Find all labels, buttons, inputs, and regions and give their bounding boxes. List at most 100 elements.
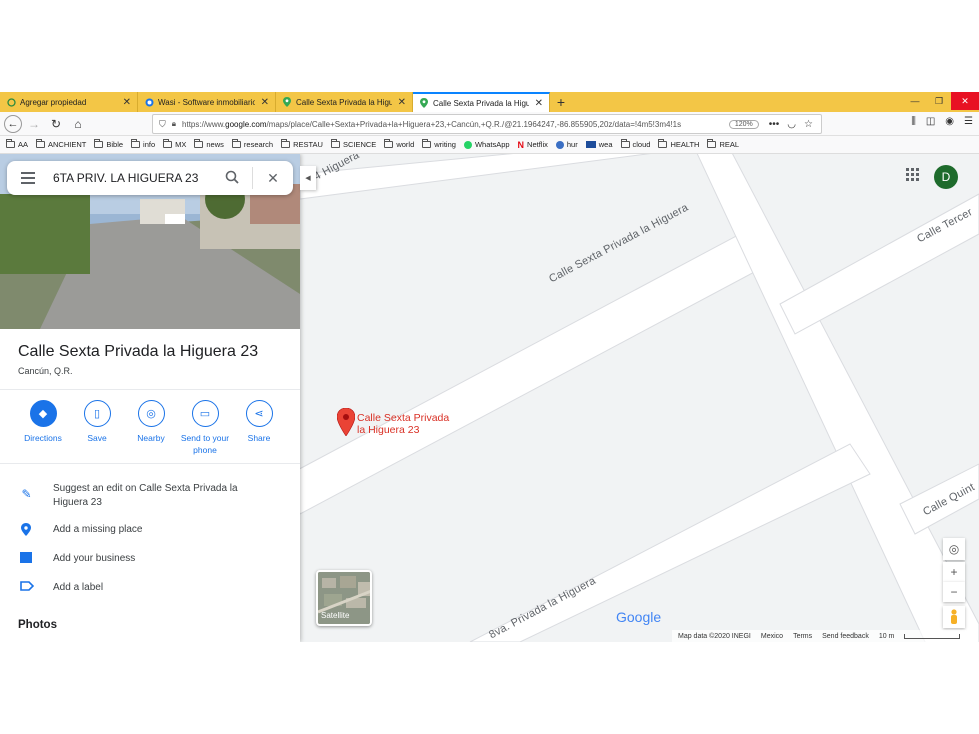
new-tab-button[interactable]: +	[550, 92, 572, 112]
directions-button[interactable]: ◆ Directions	[16, 400, 70, 456]
zoom-in-button[interactable]: +	[943, 562, 965, 582]
maps-pin-icon	[419, 98, 429, 108]
bookmark-mx[interactable]: MX	[163, 139, 186, 149]
clear-search-icon[interactable]: ✕	[253, 170, 293, 187]
divider	[0, 389, 300, 390]
search-box[interactable]: 6TA PRIV. LA HIGUERA 23 ✕	[7, 161, 293, 195]
tab-maps-active[interactable]: Calle Sexta Privada la Higuera 2 ✕	[413, 92, 550, 112]
map-data-credit[interactable]: Map data ©2020 INEGI	[678, 633, 751, 640]
pocket-icon[interactable]: ◡	[787, 119, 796, 130]
my-location-icon[interactable]: ◎	[943, 538, 965, 560]
add-missing-place-row[interactable]: Add a missing place	[0, 523, 300, 537]
collapse-panel-button[interactable]: ◀	[300, 166, 316, 190]
tab-agregar-propiedad[interactable]: Agregar propiedad ✕	[0, 92, 138, 112]
folder-icon	[658, 139, 668, 148]
menu-icon[interactable]	[21, 172, 35, 184]
nearby-button[interactable]: ◎ Nearby	[124, 400, 178, 456]
star-icon[interactable]: ☆	[804, 119, 813, 130]
scale-label[interactable]: 10 m	[879, 633, 895, 640]
bookmark-science[interactable]: SCIENCE	[330, 139, 376, 149]
account-icon[interactable]: ◉	[945, 116, 954, 127]
tab-title: Wasi - Software inmobiliario	[158, 97, 255, 107]
home-button[interactable]: ⌂	[68, 114, 88, 134]
action-label: Share	[247, 433, 271, 443]
bookmark-aa[interactable]: AA	[6, 139, 28, 149]
send-to-phone-button[interactable]: ▭ Send to your phone	[178, 400, 232, 456]
pencil-icon: ✎	[21, 487, 32, 501]
map-canvas[interactable]: 4 Higuera Calle Sexta Privada la Higuera…	[0, 154, 979, 642]
share-button[interactable]: ⋖ Share	[232, 400, 286, 456]
place-actions: ◆ Directions ▯ Save ◎ Nearby ▭ Send to y…	[0, 400, 300, 456]
satellite-toggle[interactable]: Satellite	[316, 570, 372, 626]
location-pin-icon[interactable]	[336, 407, 356, 441]
wasi-icon	[144, 97, 154, 107]
bookmark-label: info	[143, 140, 156, 149]
bookmark-cloud[interactable]: cloud	[620, 139, 650, 149]
search-input[interactable]: 6TA PRIV. LA HIGUERA 23	[53, 171, 212, 185]
send-feedback-link[interactable]: Send feedback	[822, 633, 869, 640]
bookmark-label: wea	[598, 140, 613, 149]
tab-maps-1[interactable]: Calle Sexta Privada la Higuera 2 ✕	[276, 92, 413, 112]
pin-label-line: la Higuera 23	[357, 424, 420, 436]
bookmark-info[interactable]: info	[131, 139, 156, 149]
forward-button[interactable]: →	[24, 114, 44, 134]
suggest-edit-row[interactable]: ✎ Suggest an edit on Calle Sexta Privada…	[0, 482, 300, 510]
add-place-icon	[0, 523, 53, 537]
folder-icon	[620, 139, 630, 148]
library-icon[interactable]: ⫼	[911, 116, 916, 127]
bookmark-real[interactable]: REAL	[707, 139, 739, 149]
bookmark-label: RESTAU	[293, 140, 323, 149]
bookmark-netflix[interactable]: N Netflix	[518, 140, 548, 150]
browser-window: Agregar propiedad ✕ Wasi - Software inmo…	[0, 92, 979, 642]
bookmark-label: WhatsApp	[474, 140, 510, 149]
minimize-icon[interactable]: —	[903, 92, 927, 110]
window-close-icon[interactable]: ✕	[951, 92, 979, 110]
zoom-indicator[interactable]: 120%	[728, 119, 759, 129]
menu-icon[interactable]: ☰	[964, 116, 973, 127]
url-text[interactable]: https://www.google.com/maps/place/Calle+…	[182, 120, 729, 129]
nearby-icon: ◎	[137, 400, 165, 427]
satellite-label: Satellite	[321, 611, 350, 620]
bookmark-research[interactable]: research	[231, 139, 273, 149]
sidebar-icon[interactable]: ◫	[926, 116, 935, 127]
close-tab-icon[interactable]: ✕	[398, 97, 406, 108]
lock-icon[interactable]: 🔒︎	[172, 119, 176, 129]
restore-icon[interactable]: ❐	[927, 92, 951, 110]
save-button[interactable]: ▯ Save	[70, 400, 124, 456]
bookmark-anchient[interactable]: ANCHIENT	[36, 139, 87, 149]
pegman-icon[interactable]	[943, 606, 965, 628]
close-tab-icon[interactable]: ✕	[123, 97, 131, 108]
address-bar[interactable]: ⛉ 🔒︎ https://www.google.com/maps/place/C…	[152, 114, 822, 134]
terms-link[interactable]: Terms	[793, 633, 812, 640]
shield-icon[interactable]: ⛉	[159, 119, 166, 130]
google-apps-icon[interactable]	[906, 168, 919, 181]
bookmark-world[interactable]: world	[384, 139, 414, 149]
bookmark-label: news	[206, 140, 224, 149]
folder-icon	[131, 139, 141, 148]
back-button[interactable]: ←	[4, 114, 22, 133]
bookmark-label: ANCHIENT	[48, 140, 87, 149]
tab-wasi[interactable]: Wasi - Software inmobiliario ✕	[138, 92, 276, 112]
scale-bar	[904, 633, 961, 639]
bookmark-hur[interactable]: hur	[555, 140, 578, 149]
bookmark-news[interactable]: news	[194, 139, 224, 149]
close-tab-icon[interactable]: ✕	[535, 98, 543, 109]
bookmark-writing[interactable]: writing	[422, 139, 456, 149]
search-icon[interactable]	[212, 170, 252, 187]
zoom-out-button[interactable]: −	[943, 582, 965, 602]
bookmark-restau[interactable]: RESTAU	[281, 139, 323, 149]
business-icon	[0, 552, 53, 564]
row-label: Suggest an edit on Calle Sexta Privada l…	[53, 483, 238, 508]
bookmark-bible[interactable]: Bible	[94, 139, 123, 149]
bookmark-whatsapp[interactable]: WhatsApp	[463, 140, 510, 149]
country-link[interactable]: Mexico	[761, 633, 783, 640]
bookmark-wea[interactable]: wea	[585, 140, 613, 149]
avatar[interactable]: D	[934, 165, 958, 189]
close-tab-icon[interactable]: ✕	[261, 97, 269, 108]
pin-label[interactable]: Calle Sexta Privada la Higuera 23	[357, 412, 449, 436]
bookmark-health[interactable]: HEALTH	[658, 139, 699, 149]
page-actions-icon[interactable]: •••	[769, 119, 780, 130]
reload-button[interactable]: ↻	[46, 114, 66, 134]
add-business-row[interactable]: Add your business	[0, 552, 300, 566]
add-label-row[interactable]: Add a label	[0, 581, 300, 595]
